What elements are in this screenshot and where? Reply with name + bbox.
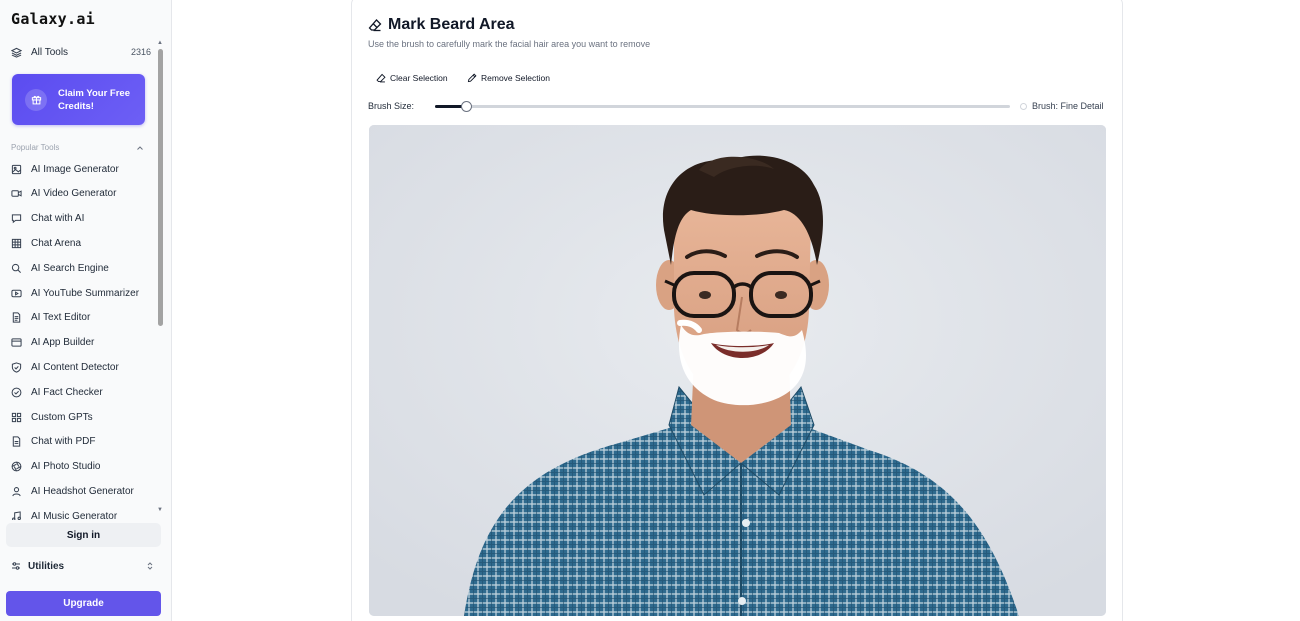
sidebar-item-label: AI Fact Checker <box>31 386 103 398</box>
sidebar-item-ai-fact-checker[interactable]: AI Fact Checker <box>11 382 151 402</box>
popular-tools-label: Popular Tools <box>11 143 60 152</box>
eraser-icon <box>376 73 386 83</box>
grid-icon <box>11 238 22 249</box>
remove-selection-label: Remove Selection <box>481 73 550 83</box>
brush-preview-dot <box>1020 102 1027 110</box>
sidebar-item-ai-video-generator[interactable]: AI Video Generator <box>11 184 151 204</box>
pdf-icon <box>11 436 22 447</box>
sidebar-item-ai-image-generator[interactable]: AI Image Generator <box>11 159 151 179</box>
sidebar-item-all-tools[interactable]: All Tools 2316 <box>11 42 151 62</box>
user-icon <box>11 486 22 497</box>
brush-mode-indicator: Brush: Fine Detail <box>1020 101 1104 111</box>
sidebar-item-label: Chat with AI <box>31 213 85 225</box>
sidebar-item-label: AI Image Generator <box>31 163 119 175</box>
portrait-photo <box>369 125 1106 616</box>
sidebar-item-label: AI Search Engine <box>31 262 109 274</box>
popular-tools-header[interactable]: Popular Tools <box>11 143 144 152</box>
check-circle-icon <box>11 387 22 398</box>
video-icon <box>11 188 22 199</box>
youtube-icon <box>11 288 22 299</box>
sign-in-button[interactable]: Sign in <box>6 523 161 547</box>
sidebar-item-label: AI Video Generator <box>31 188 117 200</box>
aperture-icon <box>11 461 22 472</box>
apps-icon <box>11 412 22 423</box>
sidebar-item-ai-search-engine[interactable]: AI Search Engine <box>11 258 151 278</box>
sidebar-item-ai-headshot-generator[interactable]: AI Headshot Generator <box>11 481 151 501</box>
sidebar-scroll-area: All Tools 2316 Claim Your Free Credits! … <box>0 38 156 520</box>
brush-size-slider[interactable] <box>435 101 1010 112</box>
tools-count: 2316 <box>130 47 151 57</box>
clear-selection-button[interactable]: Clear Selection <box>376 71 448 85</box>
chat-icon <box>11 213 22 224</box>
sidebar-item-ai-app-builder[interactable]: AI App Builder <box>11 333 151 353</box>
brush-size-label: Brush Size: <box>368 101 415 111</box>
eraser-icon <box>368 19 382 32</box>
sidebar-item-chat-with-pdf[interactable]: Chat with PDF <box>11 432 151 452</box>
page-title: Mark Beard Area <box>368 16 515 34</box>
sidebar-item-chat-arena[interactable]: Chat Arena <box>11 233 151 253</box>
utilities-label: Utilities <box>28 560 65 572</box>
slider-handle[interactable] <box>461 101 472 112</box>
sidebar-item-label: All Tools <box>31 46 69 58</box>
scroll-up-arrow-icon[interactable]: ▲ <box>157 40 163 46</box>
chevron-up-icon <box>137 145 143 150</box>
music-icon <box>11 511 22 520</box>
clear-selection-label: Clear Selection <box>390 73 448 83</box>
claim-credits-button[interactable]: Claim Your Free Credits! <box>12 74 145 125</box>
search-icon <box>11 263 22 274</box>
sidebar-item-label: AI Headshot Generator <box>31 485 134 497</box>
sidebar-item-ai-text-editor[interactable]: AI Text Editor <box>11 308 151 328</box>
sidebar-item-label: AI App Builder <box>31 337 95 349</box>
sidebar-item-ai-photo-studio[interactable]: AI Photo Studio <box>11 457 151 477</box>
photo-canvas[interactable] <box>369 125 1106 616</box>
brush-mode-label: Brush: Fine Detail <box>1032 101 1104 111</box>
chevron-updown-icon <box>147 562 153 570</box>
scrollbar-thumb[interactable] <box>158 49 163 326</box>
slider-track[interactable] <box>435 105 1010 108</box>
sidebar-item-ai-youtube-summarizer[interactable]: AI YouTube Summarizer <box>11 283 151 303</box>
sidebar-item-label: Chat Arena <box>31 237 82 249</box>
sidebar-item-label: Chat with PDF <box>31 436 96 448</box>
sidebar-item-custom-gpts[interactable]: Custom GPTs <box>11 407 151 427</box>
sliders-icon <box>12 562 20 570</box>
pencil-icon <box>467 73 477 83</box>
sidebar-item-label: AI Music Generator <box>31 510 118 520</box>
shield-icon <box>11 362 22 373</box>
sidebar-item-ai-music-generator[interactable]: AI Music Generator <box>11 506 151 520</box>
app-logo[interactable]: Galaxy.ai <box>11 10 95 28</box>
utilities-toggle[interactable]: Utilities <box>11 558 154 574</box>
sidebar-item-label: AI Content Detector <box>31 361 119 373</box>
sidebar: Galaxy.ai All Tools 2316 Claim Your Free… <box>0 0 172 621</box>
page-subtitle: Use the brush to carefully mark the faci… <box>368 39 651 49</box>
gift-icon <box>25 88 47 111</box>
sidebar-item-chat-with-ai[interactable]: Chat with AI <box>11 209 151 229</box>
page-title-text: Mark Beard Area <box>388 16 515 33</box>
sidebar-item-label: AI Text Editor <box>31 312 91 324</box>
sidebar-item-label: AI Photo Studio <box>31 461 101 473</box>
sidebar-item-label: Custom GPTs <box>31 411 93 423</box>
app-window-icon <box>11 337 22 348</box>
document-icon <box>11 312 22 323</box>
claim-credits-label: Claim Your Free Credits! <box>58 87 130 112</box>
remove-selection-button[interactable]: Remove Selection <box>467 71 550 85</box>
image-icon <box>11 164 22 175</box>
sidebar-item-ai-content-detector[interactable]: AI Content Detector <box>11 357 151 377</box>
sidebar-item-label: AI YouTube Summarizer <box>31 287 140 299</box>
upgrade-button[interactable]: Upgrade <box>6 591 161 616</box>
sidebar-scrollbar[interactable]: ▲ ▼ <box>157 40 163 515</box>
layers-icon <box>11 47 22 58</box>
scroll-down-arrow-icon[interactable]: ▼ <box>157 507 163 513</box>
